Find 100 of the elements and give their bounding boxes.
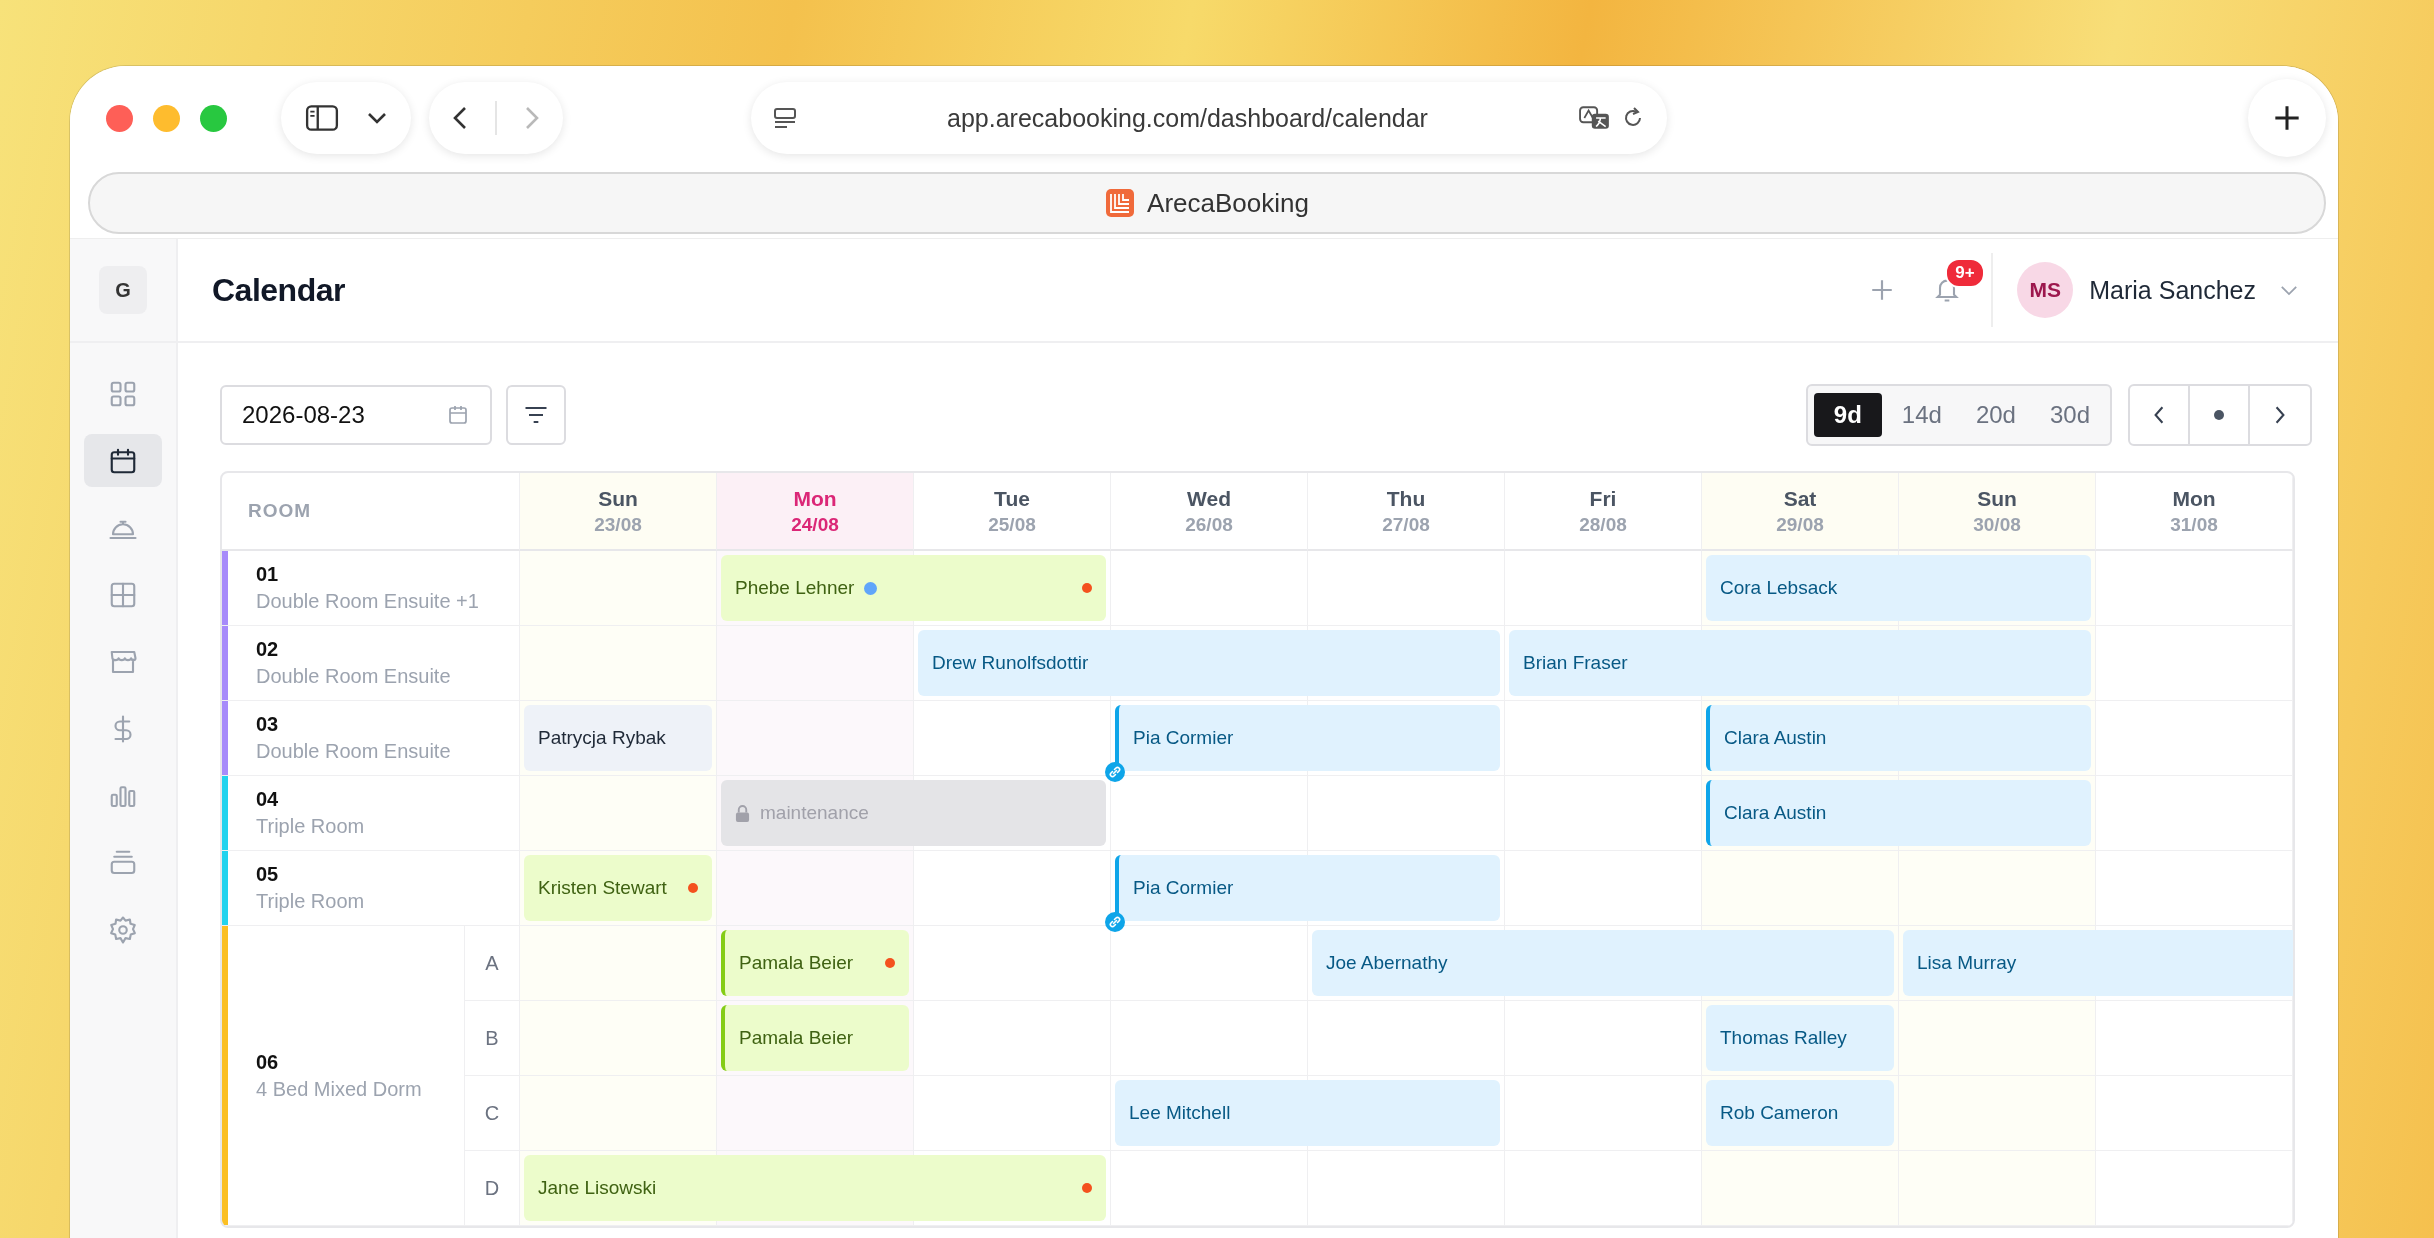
room-type: 4 Bed Mixed Dorm <box>256 1077 422 1101</box>
day-cell[interactable] <box>2096 851 2293 926</box>
booking-bar[interactable]: Phebe Lehner <box>721 555 1106 621</box>
day-header: Mon 31/08 <box>2096 473 2293 551</box>
bed-label: A <box>485 951 499 975</box>
booking-bar[interactable]: Brian Fraser <box>1509 630 2091 696</box>
guest-name: Lee Mitchell <box>1129 1102 1231 1124</box>
range-tab[interactable]: 20d <box>1961 393 2030 437</box>
sidebar-item[interactable] <box>84 434 162 487</box>
day-cell[interactable] <box>2096 1151 2293 1226</box>
booking-bar[interactable]: Drew Runolfsdottir <box>918 630 1500 696</box>
page-menu-icon[interactable] <box>772 107 797 129</box>
day-cell[interactable] <box>1702 1151 1899 1226</box>
room-type: Triple Room <box>256 815 365 838</box>
guest-name: Pamala Beier <box>739 1027 854 1049</box>
room-number: 04 <box>256 788 280 811</box>
booking-bar[interactable]: Jane Lisowski <box>524 1155 1106 1221</box>
chevron-left-icon <box>2153 404 2165 426</box>
plus-icon <box>2273 104 2301 132</box>
guest-name: Pia Cormier <box>1133 877 1234 899</box>
back-icon[interactable] <box>453 106 467 130</box>
booking-bar[interactable]: Lisa Murray <box>1903 930 2293 996</box>
day-header: Wed 26/08 <box>1111 473 1308 551</box>
guest-name: Cora Lebsack <box>1720 577 1838 599</box>
day-cell[interactable] <box>2096 1001 2293 1076</box>
user-avatar: MS <box>2017 262 2074 318</box>
guest-name: Phebe Lehner <box>735 577 855 599</box>
day-cell[interactable] <box>1899 1151 2096 1226</box>
chevron-down-icon <box>2280 284 2298 296</box>
booking-bar[interactable]: Lee Mitchell <box>1115 1080 1500 1146</box>
booking-bar[interactable]: Pamala Beier <box>721 1005 909 1071</box>
guest-name: Clara Austin <box>1724 727 1827 749</box>
day-header: Sun 30/08 <box>1899 473 2096 551</box>
range-tab[interactable]: 9d <box>1813 393 1882 437</box>
guest-name: Drew Runolfsdottir <box>932 652 1089 674</box>
booking-bar[interactable]: Joe Abernathy <box>1312 930 1894 996</box>
booking-bar[interactable]: Pia Cormier <box>1115 705 1500 771</box>
booking-bar[interactable]: Pia Cormier <box>1115 855 1500 921</box>
sidebar-toggle-icon[interactable] <box>305 104 339 132</box>
guest-name: Jane Lisowski <box>538 1177 657 1199</box>
day-header: Sat 29/08 <box>1702 473 1899 551</box>
link-icon[interactable] <box>1105 762 1125 782</box>
translate-icon[interactable] <box>1578 105 1611 131</box>
lock-icon <box>735 804 750 822</box>
room-number: 06 <box>256 1050 280 1074</box>
workspace-logo[interactable]: G <box>99 266 147 314</box>
guest-name: Pia Cormier <box>1133 727 1234 749</box>
new-tab-button[interactable] <box>2248 79 2326 157</box>
booking-bar[interactable]: Cora Lebsack <box>1706 555 2091 621</box>
guest-name: Lisa Murray <box>1917 952 2017 974</box>
room-number: 05 <box>256 863 280 886</box>
chevron-down-icon[interactable] <box>367 112 387 124</box>
booking-bar[interactable]: Patrycja Rybak <box>524 705 712 771</box>
guest-name: Joe Abernathy <box>1326 952 1448 974</box>
room-number: 03 <box>256 713 280 736</box>
chevron-right-icon <box>2274 404 2286 426</box>
bed-label: C <box>484 1101 500 1125</box>
range-tab[interactable]: 30d <box>2035 393 2104 437</box>
dot-icon <box>2213 409 2225 421</box>
range-tab[interactable]: 14d <box>1887 393 1956 437</box>
day-cell[interactable] <box>2096 551 2293 626</box>
block-label: maintenance <box>760 802 869 824</box>
room-type: Double Room Ensuite +1 <box>256 590 479 613</box>
day-cell[interactable] <box>1308 551 1505 626</box>
link-icon[interactable] <box>1105 912 1125 932</box>
filter-button[interactable] <box>506 385 566 445</box>
booking-bar[interactable]: Rob Cameron <box>1706 1080 1894 1146</box>
day-cell[interactable] <box>2096 626 2293 701</box>
minimize-window-button[interactable] <box>153 104 180 132</box>
settings-icon <box>108 914 138 945</box>
booking-bar[interactable]: Thomas Ralley <box>1706 1005 1894 1071</box>
app-logo <box>1105 188 1136 218</box>
booking-bar[interactable]: Clara Austin <box>1706 705 2091 771</box>
room-type: Triple Room <box>256 890 365 913</box>
booking-bar[interactable]: Pamala Beier <box>721 930 909 996</box>
room-type: Double Room Ensuite <box>256 665 451 688</box>
guest-name: Rob Cameron <box>1720 1102 1839 1124</box>
day-cell[interactable] <box>1111 1151 1308 1226</box>
page-title: Calendar <box>212 271 346 309</box>
room-number: 02 <box>256 638 280 661</box>
day-cell[interactable] <box>520 551 717 626</box>
day-cell[interactable] <box>2096 1076 2293 1151</box>
booking-bar[interactable]: Clara Austin <box>1706 780 2091 846</box>
day-cell[interactable] <box>2096 776 2293 851</box>
day-header: Thu 27/08 <box>1308 473 1505 551</box>
address-bar[interactable]: app.arecabooking.com/dashboard/calendar <box>750 82 1667 154</box>
bed-label: D <box>484 1176 500 1200</box>
calendar-icon[interactable] <box>446 403 470 427</box>
bed-label: B <box>485 1026 499 1050</box>
guest-name: Pamala Beier <box>739 952 854 974</box>
day-cell[interactable] <box>1308 1151 1505 1226</box>
zoom-window-button[interactable] <box>200 104 227 132</box>
day-cell[interactable] <box>1111 551 1308 626</box>
booking-bar[interactable]: Kristen Stewart <box>524 855 712 921</box>
close-window-button[interactable] <box>106 104 133 132</box>
browser-tab[interactable]: ArecaBooking <box>88 172 2326 234</box>
day-cell[interactable] <box>2096 701 2293 776</box>
day-header: Sun 23/08 <box>520 473 717 551</box>
user-menu[interactable]: MS Maria Sanchez <box>2017 262 2298 318</box>
date-field[interactable]: 2026-08-23 <box>220 385 492 445</box>
